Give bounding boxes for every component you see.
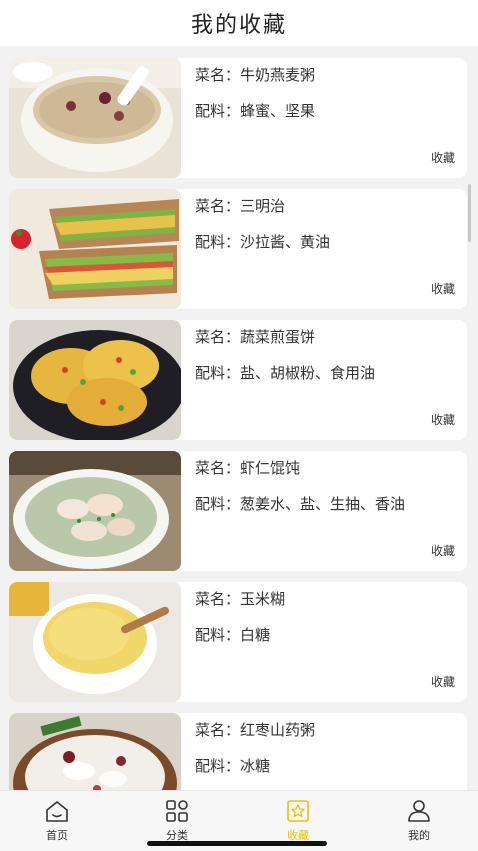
recipe-ingredients: 冰糖 xyxy=(240,757,271,775)
ingredients-label: 配料： xyxy=(195,102,241,120)
tab-profile[interactable]: 我的 xyxy=(379,791,459,843)
recipe-ingredients-line: 配料：盐、胡椒粉、食用油 xyxy=(195,362,375,383)
recipe-name-line: 菜名：蔬菜煎蛋饼 xyxy=(195,326,315,347)
ingredients-label: 配料： xyxy=(195,364,241,382)
recipe-ingredients-line: 配料：蜂蜜、坚果 xyxy=(195,100,315,121)
favorites-list[interactable]: 菜名：牛奶燕麦粥 配料：蜂蜜、坚果 收藏 菜名：三明治 配料：沙拉酱、黄油 收藏… xyxy=(0,46,478,790)
recipe-name-line: 菜名：虾仁馄饨 xyxy=(195,457,300,478)
recipe-name-line: 菜名：红枣山药粥 xyxy=(195,719,315,740)
recipe-name: 牛奶燕麦粥 xyxy=(240,66,316,84)
recipe-ingredients-line: 配料：葱姜水、盐、生抽、香油 xyxy=(195,493,405,514)
ingredients-label: 配料： xyxy=(195,626,241,644)
recipe-ingredients-line: 配料：沙拉酱、黄油 xyxy=(195,231,330,252)
page-title: 我的收藏 xyxy=(190,13,287,38)
favorite-star-icon xyxy=(287,800,309,822)
recipe-image xyxy=(9,582,181,702)
tab-home-label: 首页 xyxy=(46,829,68,842)
recipe-ingredients: 沙拉酱、黄油 xyxy=(240,233,331,251)
name-label: 菜名： xyxy=(195,197,241,215)
name-label: 菜名： xyxy=(195,459,241,477)
recipe-card-oatmeal[interactable]: 菜名：牛奶燕麦粥 配料：蜂蜜、坚果 收藏 xyxy=(9,58,467,178)
profile-icon xyxy=(408,800,430,822)
recipe-image xyxy=(9,189,181,309)
tab-home[interactable]: 首页 xyxy=(17,791,97,843)
name-label: 菜名： xyxy=(195,66,241,84)
scrollbar[interactable] xyxy=(468,184,471,242)
recipe-image xyxy=(9,713,181,790)
recipe-image xyxy=(9,58,181,178)
tab-favorites[interactable]: 收藏 xyxy=(258,791,338,843)
recipe-card-corn-porridge[interactable]: 菜名：玉米糊 配料：白糖 收藏 xyxy=(9,582,467,702)
recipe-image xyxy=(9,451,181,571)
recipe-card-sandwich[interactable]: 菜名：三明治 配料：沙拉酱、黄油 收藏 xyxy=(9,189,467,309)
favorite-button[interactable]: 收藏 xyxy=(431,673,455,690)
recipe-ingredients-line: 配料：白糖 xyxy=(195,624,270,645)
favorite-button[interactable]: 收藏 xyxy=(431,411,455,428)
recipe-name: 蔬菜煎蛋饼 xyxy=(240,328,316,346)
recipe-name: 红枣山药粥 xyxy=(240,721,316,739)
name-label: 菜名： xyxy=(195,590,241,608)
recipe-name-line: 菜名：三明治 xyxy=(195,195,285,216)
recipe-ingredients: 蜂蜜、坚果 xyxy=(240,102,316,120)
top-header: 我的收藏 xyxy=(0,0,478,46)
recipe-ingredients: 盐、胡椒粉、食用油 xyxy=(240,364,376,382)
favorite-button[interactable]: 收藏 xyxy=(431,542,455,559)
recipe-card-jujube-yam-porridge[interactable]: 菜名：红枣山药粥 配料：冰糖 收藏 xyxy=(9,713,467,790)
ingredients-label: 配料： xyxy=(195,233,241,251)
recipe-card-vegetable-omelette[interactable]: 菜名：蔬菜煎蛋饼 配料：盐、胡椒粉、食用油 收藏 xyxy=(9,320,467,440)
ingredients-label: 配料： xyxy=(195,495,241,513)
favorite-button[interactable]: 收藏 xyxy=(431,149,455,166)
recipe-ingredients: 白糖 xyxy=(240,626,271,644)
recipe-name-line: 菜名：牛奶燕麦粥 xyxy=(195,64,315,85)
recipe-image xyxy=(9,320,181,440)
recipe-name: 三明治 xyxy=(240,197,286,215)
recipe-ingredients: 葱姜水、盐、生抽、香油 xyxy=(240,495,406,513)
tab-profile-label: 我的 xyxy=(408,829,430,842)
recipe-name: 玉米糊 xyxy=(240,590,286,608)
name-label: 菜名： xyxy=(195,721,241,739)
recipe-card-shrimp-wonton[interactable]: 菜名：虾仁馄饨 配料：葱姜水、盐、生抽、香油 收藏 xyxy=(9,451,467,571)
category-grid-icon xyxy=(166,800,188,822)
home-indicator[interactable] xyxy=(147,841,327,846)
recipe-name: 虾仁馄饨 xyxy=(240,459,301,477)
ingredients-label: 配料： xyxy=(195,757,241,775)
recipe-ingredients-line: 配料：冰糖 xyxy=(195,755,270,776)
home-icon xyxy=(46,801,68,822)
recipe-name-line: 菜名：玉米糊 xyxy=(195,588,285,609)
tab-category[interactable]: 分类 xyxy=(137,791,217,843)
favorite-button[interactable]: 收藏 xyxy=(431,280,455,297)
name-label: 菜名： xyxy=(195,328,241,346)
